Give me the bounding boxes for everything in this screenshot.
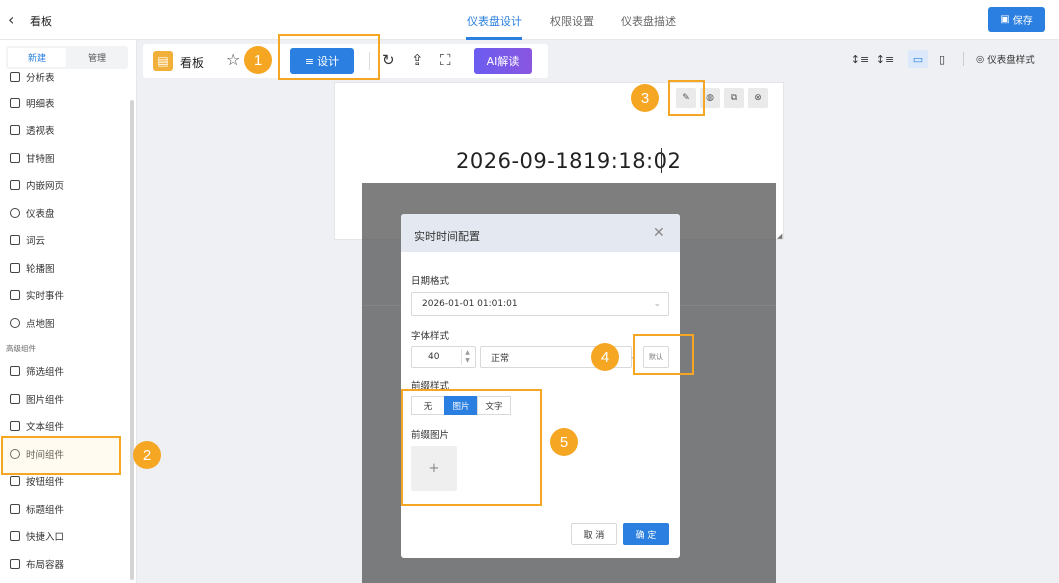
- step-marker-4: 4: [591, 343, 619, 371]
- star-icon[interactable]: ☆: [226, 50, 240, 69]
- dialog-header: 实时时间配置 ✕: [401, 214, 680, 252]
- desktop-view-icon[interactable]: ▭: [908, 50, 928, 68]
- gauge-icon: [10, 208, 20, 218]
- confirm-button[interactable]: 确 定: [623, 523, 669, 545]
- cancel-button[interactable]: 取 消: [571, 523, 617, 545]
- realtime-clock-text: 2026-09-1819:18:02: [456, 149, 682, 173]
- back-arrow-icon[interactable]: ‹: [8, 12, 22, 28]
- board-icon: ▤: [153, 51, 173, 71]
- copy-icon[interactable]: ⧉: [724, 88, 744, 108]
- font-style-label: 字体样式: [411, 331, 450, 342]
- tab-dashboard-description[interactable]: 仪表盘描述: [621, 13, 676, 29]
- highlight-box-2: [1, 436, 121, 475]
- sidebar-item-title[interactable]: 标题组件: [10, 500, 64, 518]
- button-icon: [10, 476, 20, 486]
- sidebar-item-pivot-table[interactable]: 透视表: [10, 121, 55, 139]
- image-icon: [10, 394, 20, 404]
- upload-icon[interactable]: ⇪: [411, 52, 424, 68]
- sidebar-item-text[interactable]: 文本组件: [10, 417, 64, 435]
- pivot-table-icon: [10, 125, 20, 135]
- highlight-box-5: [401, 389, 542, 506]
- gantt-icon: [10, 153, 20, 163]
- refresh-icon[interactable]: ↻: [382, 52, 395, 68]
- sidebar-item-gantt[interactable]: 甘特图: [10, 149, 55, 167]
- title-icon: [10, 504, 20, 514]
- dialog-title: 实时时间配置: [414, 230, 480, 243]
- detail-table-icon: [10, 98, 20, 108]
- fullscreen-icon[interactable]: ⛶: [440, 52, 451, 68]
- realtime-config-dialog: 实时时间配置 ✕ 日期格式 2026-01-01 01:01:01 ⌄ 字体样式…: [401, 214, 680, 558]
- sidebar-item-embedded-page[interactable]: 内嵌网页: [10, 176, 64, 194]
- toolbar-divider: [369, 52, 370, 70]
- step-marker-5: 5: [550, 428, 578, 456]
- sidebar-scrollbar[interactable]: [130, 100, 134, 580]
- resize-handle-icon[interactable]: ◢: [777, 232, 782, 240]
- stepper-arrows-icon[interactable]: ▲ ▼: [461, 349, 473, 365]
- sidebar-item-layout-container[interactable]: 布局容器: [10, 555, 64, 573]
- chevron-down-icon: ⌄: [653, 299, 661, 309]
- sidebar-tab-manage[interactable]: 管理: [68, 48, 126, 67]
- delete-icon[interactable]: ⊗: [748, 88, 768, 108]
- palette-icon: ◎: [976, 53, 985, 65]
- step-marker-3: 3: [631, 84, 659, 112]
- layout-container-icon: [10, 559, 20, 569]
- carousel-icon: [10, 263, 20, 273]
- ai-interpret-button[interactable]: AI解读: [474, 48, 532, 74]
- compress-height-icon[interactable]: ↕≡: [875, 50, 895, 68]
- font-size-stepper[interactable]: 40 ▲ ▼: [411, 346, 476, 368]
- text-icon: [10, 421, 20, 431]
- sidebar-item-filter[interactable]: 筛选组件: [10, 362, 64, 380]
- point-map-icon: [10, 318, 20, 328]
- sidebar-item-carousel[interactable]: 轮播图: [10, 259, 55, 277]
- embedded-page-icon: [10, 180, 20, 190]
- component-sidebar: 新建 管理 分析表 明细表 透视表 甘特图 内嵌网页 仪表盘 词云 轮播图 实时…: [0, 40, 137, 583]
- tab-permissions[interactable]: 权限设置: [550, 13, 594, 29]
- sidebar-item-analysis-table[interactable]: 分析表: [10, 68, 55, 86]
- shortcut-icon: [10, 531, 20, 541]
- expand-height-icon[interactable]: ↕≡: [850, 50, 870, 68]
- sidebar-item-gauge[interactable]: 仪表盘: [10, 204, 55, 222]
- dashboard-style-button[interactable]: ◎ 仪表盘样式: [976, 52, 1035, 67]
- highlight-box-3: [668, 80, 705, 116]
- page-title: 看板: [30, 15, 52, 28]
- sidebar-section-advanced: 高级组件: [6, 344, 36, 353]
- board-name: 看板: [180, 56, 205, 70]
- save-button[interactable]: ▣ 保存: [988, 7, 1045, 32]
- highlight-box-1: [278, 34, 380, 80]
- highlight-box-4: [633, 334, 694, 375]
- sidebar-item-shortcut[interactable]: 快捷入口: [10, 527, 64, 545]
- close-icon[interactable]: ✕: [653, 225, 665, 241]
- right-toolbar-divider: [963, 52, 964, 66]
- save-icon: ▣: [1000, 14, 1010, 25]
- sidebar-tabs: 新建 管理: [6, 46, 128, 69]
- sidebar-item-realtime-event[interactable]: 实时事件: [10, 286, 64, 304]
- text-caret: [661, 148, 662, 173]
- top-bar: ‹ 看板 仪表盘设计 权限设置 仪表盘描述 ▣ 保存: [0, 0, 1059, 40]
- active-tab-indicator: [466, 37, 522, 40]
- word-cloud-icon: [10, 235, 20, 245]
- sidebar-tab-new[interactable]: 新建: [8, 48, 66, 67]
- date-format-select[interactable]: 2026-01-01 01:01:01 ⌄: [411, 292, 669, 316]
- sidebar-item-word-cloud[interactable]: 词云: [10, 231, 45, 249]
- analysis-table-icon: [10, 72, 20, 82]
- step-marker-1: 1: [244, 46, 272, 74]
- sidebar-item-image[interactable]: 图片组件: [10, 390, 64, 408]
- step-marker-2: 2: [133, 441, 161, 469]
- mobile-view-icon[interactable]: ▯: [932, 50, 952, 68]
- tab-dashboard-design[interactable]: 仪表盘设计: [467, 13, 522, 29]
- realtime-event-icon: [10, 290, 20, 300]
- sidebar-item-point-map[interactable]: 点地图: [10, 314, 55, 332]
- sidebar-item-detail-table[interactable]: 明细表: [10, 94, 55, 112]
- date-format-label: 日期格式: [411, 276, 450, 287]
- filter-icon: [10, 366, 20, 376]
